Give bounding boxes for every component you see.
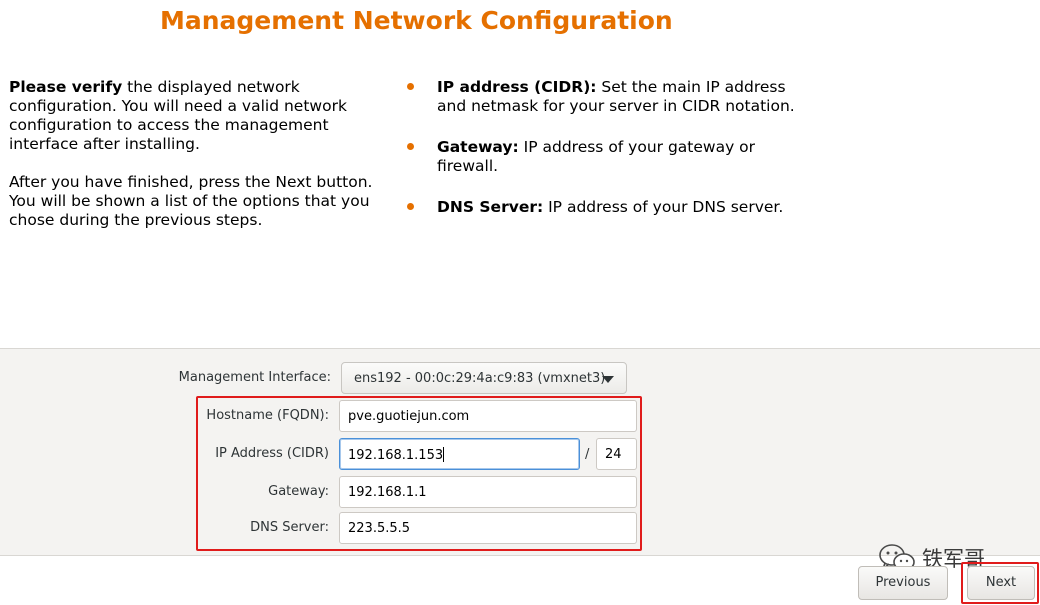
- bullet-dot-icon: [407, 203, 414, 210]
- help-item-gateway: Gateway: IP address of your gateway or f…: [405, 138, 805, 176]
- next-button[interactable]: Next: [967, 566, 1035, 600]
- ip-address-input[interactable]: 192.168.1.153: [339, 438, 580, 470]
- help-item-title: IP address (CIDR):: [437, 78, 597, 96]
- dns-label: DNS Server:: [250, 520, 329, 535]
- interface-value: ens192 - 00:0c:29:4a:c9:83 (vmxnet3): [354, 371, 606, 386]
- help-item-title: Gateway:: [437, 138, 519, 156]
- network-form-panel: Management Interface: ens192 - 00:0c:29:…: [0, 348, 1040, 556]
- help-item-ip: IP address (CIDR): Set the main IP addre…: [405, 78, 805, 116]
- page-title: Management Network Configuration: [160, 6, 673, 35]
- intro-text: Please verify the displayed network conf…: [9, 78, 394, 230]
- intro-paragraph-1: Please verify the displayed network conf…: [9, 78, 394, 154]
- bullet-dot-icon: [407, 83, 414, 90]
- help-list: IP address (CIDR): Set the main IP addre…: [405, 78, 805, 239]
- previous-button[interactable]: Previous: [858, 566, 948, 600]
- interface-label: Management Interface:: [178, 370, 331, 385]
- cidr-netmask-input[interactable]: 24: [596, 438, 637, 470]
- text-cursor: [443, 447, 445, 462]
- intro-paragraph-2: After you have finished, press the Next …: [9, 173, 373, 229]
- bullet-dot-icon: [407, 143, 414, 150]
- gateway-label: Gateway:: [268, 484, 329, 499]
- cidr-separator: /: [585, 447, 590, 462]
- ip-address-value: 192.168.1.153: [348, 448, 444, 463]
- interface-dropdown[interactable]: ens192 - 00:0c:29:4a:c9:83 (vmxnet3): [341, 362, 627, 394]
- help-item-title: DNS Server:: [437, 198, 544, 216]
- ip-label: IP Address (CIDR): [215, 446, 329, 461]
- intro-bold: Please verify: [9, 78, 123, 96]
- dropdown-arrow-icon: [602, 376, 614, 383]
- help-item-dns: DNS Server: IP address of your DNS serve…: [405, 198, 805, 217]
- hostname-label: Hostname (FQDN):: [206, 408, 329, 423]
- help-item-text: IP address of your DNS server.: [543, 198, 784, 216]
- hostname-input[interactable]: pve.guotiejun.com: [339, 400, 637, 432]
- gateway-input[interactable]: 192.168.1.1: [339, 476, 637, 508]
- dns-server-input[interactable]: 223.5.5.5: [339, 512, 637, 544]
